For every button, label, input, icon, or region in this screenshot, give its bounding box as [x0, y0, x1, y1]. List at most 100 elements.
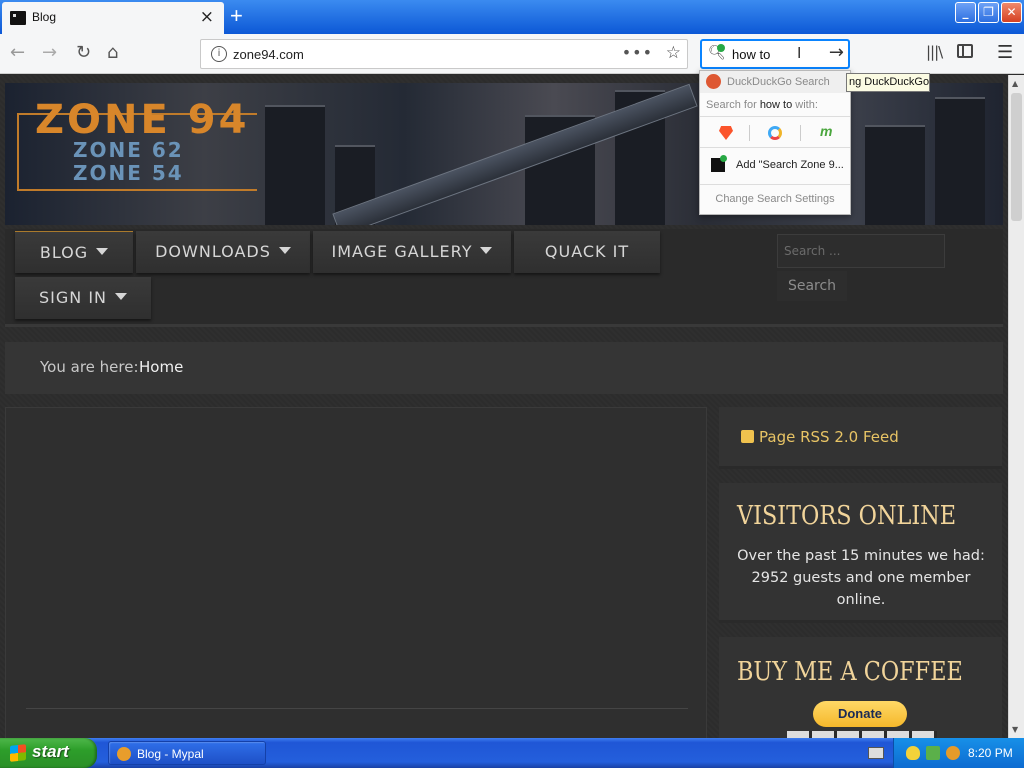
library-icon[interactable]: |||\	[926, 43, 943, 61]
windows-taskbar: start Blog - Mypal 8:20 PM	[0, 738, 1024, 768]
duckduckgo-search-row[interactable]: DuckDuckGo Search	[700, 71, 850, 93]
network-icon[interactable]	[926, 746, 940, 760]
site-info-icon[interactable]: i	[211, 46, 227, 62]
minimize-button[interactable]: _	[955, 2, 976, 23]
nav-item-quack-it[interactable]: QUACK IT	[514, 231, 660, 273]
nav-item-sign-in[interactable]: SIGN IN	[15, 277, 151, 319]
search-suggestions-popup: DuckDuckGo Search Search for how to with…	[699, 70, 851, 215]
site-search-input[interactable]: Search ...	[777, 234, 945, 268]
windows-flag-icon	[10, 744, 26, 762]
browser-titlebar: Blog × + _ ❐ ✕	[0, 0, 1024, 34]
browser-search-field[interactable]: 🔍︎ how to I →	[700, 39, 850, 69]
search-for-suffix: with:	[795, 99, 818, 111]
taskbar-window-button[interactable]: Blog - Mypal	[108, 741, 266, 765]
reload-icon[interactable]: ↻	[76, 42, 91, 63]
brave-icon[interactable]	[719, 126, 733, 140]
nav-label: IMAGE GALLERY	[331, 242, 473, 261]
back-icon[interactable]: ←	[10, 42, 25, 63]
bookmark-star-icon[interactable]: ☆	[666, 43, 681, 63]
caret-down-icon	[480, 247, 493, 254]
nav-item-downloads[interactable]: DOWNLOADS	[136, 231, 310, 273]
nav-label: DOWNLOADS	[155, 242, 271, 261]
divider	[26, 708, 688, 709]
search-for-label: Search for how to with:	[706, 99, 818, 111]
nav-label: SIGN IN	[38, 288, 107, 307]
breadcrumb-prefix: You are here:	[40, 358, 139, 376]
main-content	[5, 407, 707, 738]
close-window-button[interactable]: ✕	[1001, 2, 1022, 23]
change-search-settings-button[interactable]: Change Search Settings	[700, 184, 850, 214]
mypal-icon	[117, 747, 131, 761]
forward-icon[interactable]: →	[42, 42, 57, 63]
rss-icon	[741, 430, 754, 443]
search-go-arrow-icon[interactable]: →	[829, 42, 844, 63]
shield-icon[interactable]	[906, 746, 920, 760]
search-for-prefix: Search for	[706, 99, 757, 111]
mojeek-icon[interactable]: m	[820, 123, 834, 139]
url-bar[interactable]: i zone94.com ••• ☆	[200, 39, 688, 69]
start-button[interactable]: start	[0, 738, 97, 768]
payment-cards	[787, 731, 937, 738]
banner-building	[265, 105, 325, 225]
duckduckgo-icon	[706, 74, 721, 89]
visitors-module: VISITORS ONLINE Over the past 15 minutes…	[719, 483, 1002, 623]
module-title: VISITORS ONLINE	[737, 501, 957, 531]
caret-down-icon	[96, 248, 109, 255]
alt-engines-row: m	[700, 116, 850, 148]
separator	[800, 125, 801, 141]
search-tray-icon[interactable]	[946, 746, 960, 760]
logo-subtitle: ZONE 54	[73, 161, 184, 185]
add-engine-label: Add "Search Zone 9...	[736, 159, 844, 171]
rss-feed-link[interactable]: Page RSS 2.0 Feed	[759, 428, 899, 446]
visitors-text: Over the past 15 minutes we had: 2952 gu…	[737, 548, 985, 608]
text-cursor-icon: I	[797, 44, 802, 62]
clock[interactable]: 8:20 PM	[968, 746, 1013, 760]
module-title: BUY ME A COFFEE	[737, 657, 963, 687]
tooltip: ng DuckDuckGo	[846, 73, 930, 92]
home-icon[interactable]: ⌂	[107, 42, 118, 63]
tab-close-icon[interactable]: ×	[200, 7, 214, 27]
nav-item-blog[interactable]: BLOG	[15, 231, 133, 273]
site-logo[interactable]: ZONE 94	[35, 97, 249, 143]
scroll-up-icon[interactable]: ▲	[1012, 79, 1018, 88]
url-text: zone94.com	[233, 47, 304, 62]
engine-header: DuckDuckGo Search	[727, 76, 830, 88]
logo-subtitle: ZONE 62	[73, 138, 184, 162]
restore-button[interactable]: ❐	[978, 2, 999, 23]
tab-title: Blog	[32, 10, 57, 24]
breadcrumb-home-link[interactable]: Home	[139, 358, 183, 376]
nav-label: BLOG	[39, 243, 89, 262]
banner-building	[935, 97, 985, 225]
caret-down-icon	[115, 293, 127, 300]
site-favicon-icon	[10, 11, 26, 25]
keyboard-icon[interactable]	[868, 747, 884, 759]
add-engine-icon	[711, 155, 727, 172]
qwant-icon[interactable]	[768, 126, 782, 140]
new-tab-button[interactable]: +	[230, 3, 243, 29]
page-actions-icon[interactable]: •••	[622, 43, 653, 62]
page-scrollbar[interactable]: ▲ ▼	[1008, 75, 1024, 738]
taskbar-window-label: Blog - Mypal	[137, 747, 204, 761]
add-search-engine-row[interactable]: Add "Search Zone 9...	[700, 149, 850, 181]
banner-building	[865, 125, 925, 225]
search-input-value: how to	[732, 47, 771, 62]
sidebar-toggle-icon[interactable]	[957, 44, 973, 58]
window-controls: _ ❐ ✕	[955, 2, 1022, 23]
breadcrumb: You are here: Home	[5, 342, 1003, 394]
start-label: start	[32, 742, 69, 761]
page-viewport: ZONE 94 ZONE 62 ZONE 54 BLOG DOWNLOADS I…	[0, 75, 1008, 738]
tab-blog[interactable]: Blog ×	[2, 2, 224, 34]
donate-button[interactable]: Donate	[813, 701, 907, 727]
search-for-term: how to	[759, 99, 793, 111]
scroll-down-icon[interactable]: ▼	[1012, 725, 1018, 734]
nav-label: QUACK IT	[544, 242, 630, 261]
hamburger-menu-icon[interactable]: ☰	[997, 42, 1013, 63]
nav-item-image-gallery[interactable]: IMAGE GALLERY	[313, 231, 511, 273]
scroll-thumb[interactable]	[1011, 93, 1022, 221]
site-banner: ZONE 94 ZONE 62 ZONE 54	[5, 83, 1003, 225]
caret-down-icon	[278, 247, 291, 254]
separator	[749, 125, 750, 141]
site-search-button[interactable]: Search	[777, 271, 847, 301]
navigation-toolbar: ← → ↻ ⌂ i zone94.com ••• ☆ 🔍︎ how to I →…	[0, 34, 1024, 74]
rss-module: Page RSS 2.0 Feed	[719, 407, 1002, 469]
